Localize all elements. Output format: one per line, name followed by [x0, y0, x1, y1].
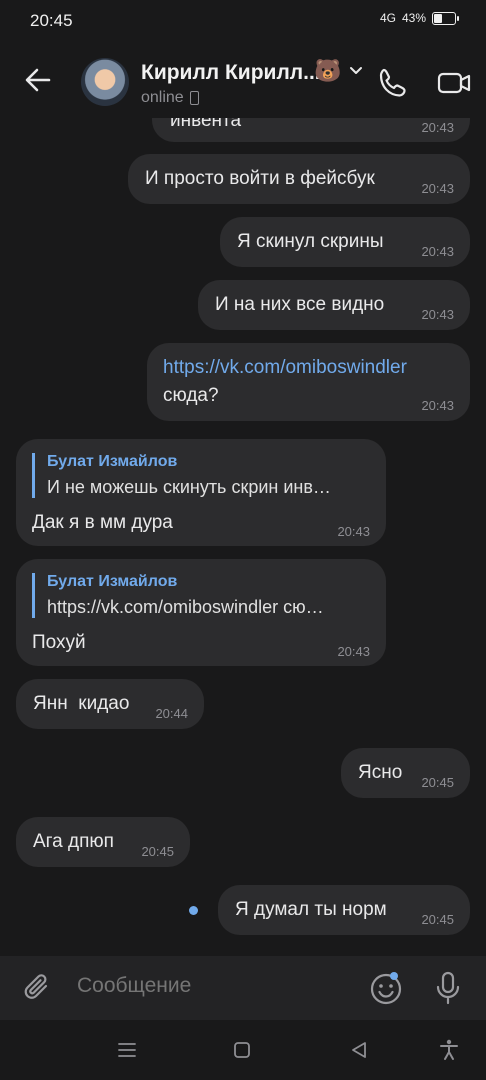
message-time: 20:45 [421, 775, 454, 790]
phone-icon[interactable] [376, 66, 410, 100]
reply-text: И не можешь скинуть скрин инв… [47, 477, 331, 497]
message-time: 20:43 [421, 244, 454, 259]
avatar[interactable] [81, 58, 129, 106]
message-bubble-outgoing[interactable]: Я скинул скрины 20:43 [220, 217, 470, 267]
message-text: Похуй [32, 632, 86, 653]
message-list[interactable]: инвента 20:43 И просто войти в фейсбук 2… [0, 118, 486, 956]
status-time: 20:45 [30, 11, 73, 30]
message-text: сюда? [163, 385, 219, 406]
mobile-icon [189, 91, 199, 105]
message-composer [0, 956, 486, 1020]
emoji-badge [390, 972, 398, 980]
message-bubble-outgoing[interactable]: инвента 20:43 [152, 118, 470, 142]
message-bubble-outgoing[interactable]: И на них все видно 20:43 [198, 280, 470, 330]
message-text: инвента [170, 118, 242, 131]
message-bubble-outgoing[interactable]: https://vk.com/omiboswindler сюда? 20:43 [147, 343, 470, 421]
status-icons: 4G 43% [379, 11, 459, 25]
unread-indicator [189, 906, 198, 915]
reply-quote[interactable]: Булат Измайлов И не можешь скинуть скрин… [32, 453, 331, 498]
accessibility-icon[interactable] [437, 1038, 461, 1062]
message-bubble-incoming[interactable]: Булат Измайлов И не можешь скинуть скрин… [16, 439, 386, 546]
message-time: 20:45 [141, 844, 174, 859]
message-text: Дак я в мм дура [32, 512, 173, 533]
message-time: 20:43 [421, 398, 454, 413]
reply-author: Булат Измайлов [47, 573, 178, 590]
message-time: 20:43 [337, 524, 370, 539]
message-time: 20:43 [421, 120, 454, 135]
message-bubble-incoming[interactable]: Булат Измайлов https://vk.com/omiboswind… [16, 559, 386, 666]
microphone-icon[interactable] [433, 970, 463, 1006]
paperclip-icon[interactable] [22, 972, 54, 1004]
message-time: 20:44 [155, 706, 188, 721]
message-text: И на них все видно [215, 294, 385, 315]
message-link[interactable]: https://vk.com/omiboswindler [163, 357, 407, 379]
message-bubble-outgoing[interactable]: Я думал ты норм 20:45 [218, 885, 470, 935]
message-text: Ага дпюп [33, 831, 114, 852]
signal-indicator: 4G [379, 11, 396, 25]
message-time: 20:43 [421, 181, 454, 196]
message-bubble-incoming[interactable]: Янн кидао 20:44 [16, 679, 204, 729]
video-camera-icon[interactable] [436, 66, 472, 100]
home-icon[interactable] [230, 1038, 254, 1062]
message-input[interactable] [77, 974, 347, 998]
online-status: online [141, 89, 184, 106]
chat-header: Кирилл Кирилл... 🐻 online [0, 42, 486, 118]
message-text: Я скинул скрины [237, 231, 384, 252]
reply-author: Булат Измайлов [47, 453, 178, 470]
back-triangle-icon[interactable] [347, 1038, 371, 1062]
message-text: И просто войти в фейсбук [145, 168, 375, 189]
bear-sticker-icon: 🐻 [314, 58, 342, 83]
message-text: Я думал ты норм [235, 899, 387, 920]
menu-icon[interactable] [115, 1038, 139, 1062]
message-text: Ясно [358, 762, 403, 783]
message-bubble-incoming[interactable]: Ага дпюп 20:45 [16, 817, 190, 867]
contact-name[interactable]: Кирилл Кирилл... [141, 61, 321, 85]
smiley-icon[interactable] [369, 972, 403, 1006]
status-bar: 20:45 4G 43% [0, 0, 486, 42]
message-time: 20:45 [421, 912, 454, 927]
reply-text: https://vk.com/omiboswindler сю… [47, 597, 324, 617]
message-time: 20:43 [337, 644, 370, 659]
message-bubble-outgoing[interactable]: И просто войти в фейсбук 20:43 [128, 154, 470, 204]
message-text: Янн кидао [33, 693, 130, 714]
system-nav-bar [0, 1020, 486, 1080]
chevron-down-icon[interactable] [349, 64, 363, 78]
battery-percent: 43% [401, 11, 426, 25]
battery-icon [432, 11, 459, 25]
message-bubble-outgoing[interactable]: Ясно 20:45 [341, 748, 470, 798]
contact-status: online [141, 89, 199, 107]
message-time: 20:43 [421, 307, 454, 322]
arrow-left-icon[interactable] [22, 64, 54, 96]
reply-quote[interactable]: Булат Измайлов https://vk.com/omiboswind… [32, 573, 324, 618]
